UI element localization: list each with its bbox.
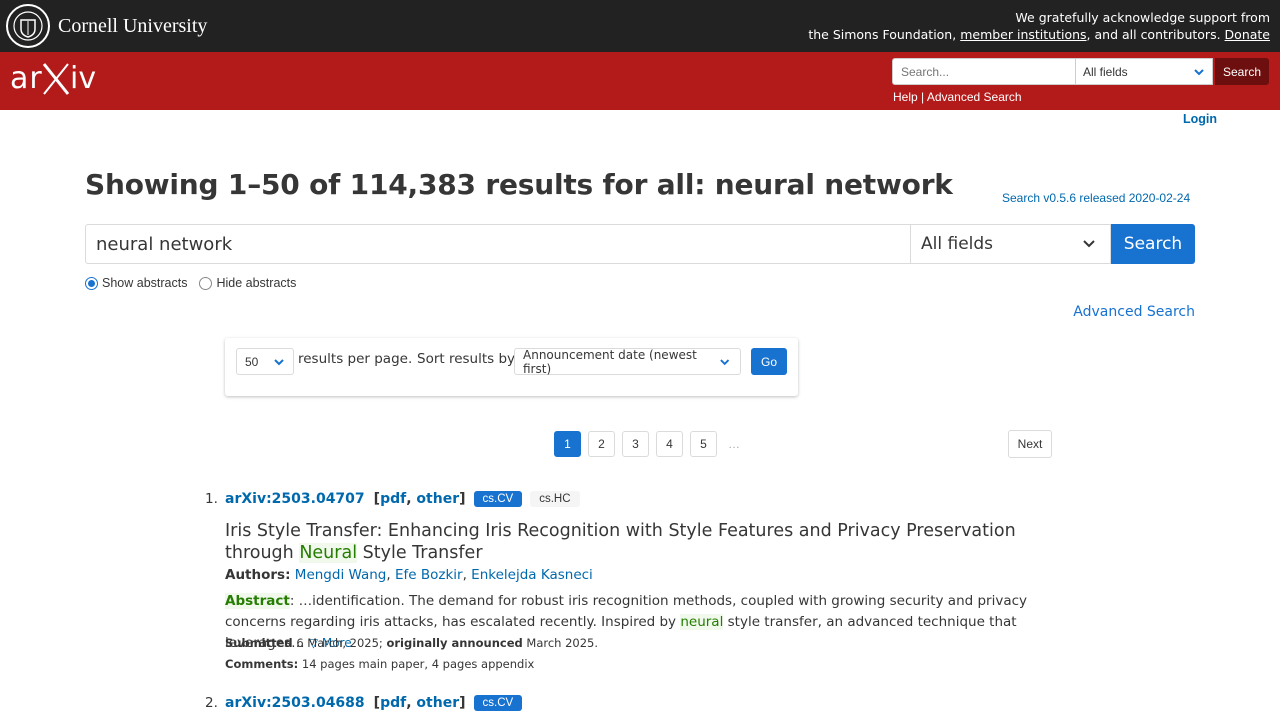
advanced-search-link[interactable]: Advanced Search — [1073, 304, 1195, 320]
cornell-seal-icon — [6, 4, 50, 48]
login-link[interactable]: Login — [1183, 112, 1217, 126]
cornell-logo[interactable]: Cornell University — [6, 4, 207, 48]
per-page-value: 50 — [245, 354, 259, 369]
result-number: 2. — [205, 695, 218, 711]
per-page-select[interactable]: 50 — [236, 348, 294, 375]
main-search-button[interactable]: Search — [1111, 224, 1195, 264]
header-links: Help | Advanced Search — [893, 90, 1022, 104]
per-page-label: results per page. — [298, 351, 413, 367]
chevron-down-icon — [719, 358, 729, 365]
abstract-toggle: Show abstracts Hide abstracts — [85, 276, 308, 290]
page-link[interactable]: 4 — [656, 431, 683, 457]
comments-label: Comments: — [225, 657, 299, 671]
pdf-link[interactable]: pdf — [380, 695, 406, 711]
result-header: arXiv:2503.04688 [pdf, other] cs.CV — [225, 695, 523, 711]
result-authors: Authors: Mengdi Wang, Efe Bozkir, Enkele… — [225, 567, 593, 583]
page-link[interactable]: 2 — [588, 431, 615, 457]
author-link[interactable]: Enkelejda Kasneci — [471, 567, 593, 583]
member-institutions-link[interactable]: member institutions — [960, 27, 1086, 42]
main-field-value: All fields — [921, 234, 994, 254]
header-advanced-search-link[interactable]: Advanced Search — [927, 90, 1022, 104]
pagination-ellipsis: … — [728, 437, 740, 451]
help-link[interactable]: Help — [893, 90, 918, 104]
authors-label: Authors: — [225, 567, 291, 583]
cornell-banner: Cornell University We gratefully acknowl… — [0, 0, 1280, 52]
support-line-1: We gratefully acknowledge support from — [1015, 10, 1270, 25]
comma: , — [406, 491, 417, 507]
svg-text:ar: ar — [10, 61, 43, 96]
support-mid: , and all contributors. — [1086, 27, 1221, 42]
result-item: 2. arXiv:2503.04688 [pdf, other] cs.CV — [205, 695, 1065, 720]
bracket: ] — [459, 491, 466, 507]
chevron-down-icon — [1194, 68, 1204, 75]
comments-text: 14 pages main paper, 4 pages appendix — [301, 657, 535, 671]
sort-value: Announcement date (newest first) — [523, 347, 697, 376]
page-link[interactable]: 1 — [554, 431, 581, 457]
category-tag-primary[interactable]: cs.CV — [473, 695, 523, 711]
other-formats-link[interactable]: other — [416, 491, 459, 507]
sort-label: Sort results by — [417, 351, 516, 367]
result-title: Iris Style Transfer: Enhancing Iris Reco… — [225, 520, 1025, 564]
svg-text:iv: iv — [70, 61, 96, 96]
submitted-date: 6 March, 2025; — [296, 636, 383, 650]
header-field-select[interactable]: All fields — [1076, 58, 1213, 85]
arxiv-id-link[interactable]: arXiv:2503.04688 — [225, 695, 365, 711]
cornell-name: Cornell University — [58, 14, 208, 37]
page-link[interactable]: 5 — [690, 431, 717, 457]
chevron-down-icon — [274, 358, 284, 365]
link-separator: | — [921, 90, 925, 104]
donate-link[interactable]: Donate — [1225, 27, 1270, 42]
header-search-button[interactable]: Search — [1215, 58, 1270, 85]
page-title: Showing 1–50 of 114,383 results for all:… — [85, 168, 953, 201]
sort-select[interactable]: Announcement date (newest first) — [514, 347, 741, 376]
result-item: 1. arXiv:2503.04707 [pdf, other] cs.CV c… — [205, 491, 1065, 681]
abstract-label: Abstract — [225, 593, 290, 609]
show-abstracts-label: Show abstracts — [102, 276, 188, 290]
abstract-highlight: neural — [680, 614, 724, 630]
radio-unselected-icon — [199, 276, 213, 290]
chevron-down-icon — [1083, 240, 1095, 248]
version-link[interactable]: Search v0.5.6 released 2020-02-24 — [1002, 191, 1190, 205]
page-link[interactable]: 3 — [622, 431, 649, 457]
title-text: Style Transfer — [357, 543, 483, 563]
arxiv-logo[interactable]: ar iv — [10, 60, 98, 103]
support-message: We gratefully acknowledge support from t… — [808, 9, 1270, 43]
result-comments: Comments: 14 pages main paper, 4 pages a… — [225, 657, 534, 671]
announced-date: March 2025. — [526, 636, 599, 650]
other-formats-link[interactable]: other — [416, 695, 459, 711]
author-link[interactable]: Efe Bozkir — [395, 567, 463, 583]
results-options-box: 50 results per page. Sort results by Ann… — [225, 338, 798, 396]
main-field-select[interactable]: All fields — [911, 224, 1111, 264]
result-submitted: Submitted 6 March, 2025; originally anno… — [225, 636, 598, 650]
result-number: 1. — [205, 491, 218, 507]
go-button[interactable]: Go — [751, 348, 787, 375]
show-abstracts-radio[interactable]: Show abstracts — [85, 276, 187, 290]
category-tag[interactable]: cs.HC — [530, 491, 580, 507]
result-header: arXiv:2503.04707 [pdf, other] cs.CV cs.H… — [225, 491, 580, 507]
main-search-input[interactable] — [85, 224, 911, 264]
hide-abstracts-label: Hide abstracts — [216, 276, 297, 290]
author-link[interactable]: Mengdi Wang — [295, 567, 387, 583]
pagination: 1 2 3 4 5 … — [554, 431, 740, 457]
pdf-link[interactable]: pdf — [380, 491, 406, 507]
header-field-value: All fields — [1083, 64, 1128, 79]
arxiv-id-link[interactable]: arXiv:2503.04707 — [225, 491, 365, 507]
hide-abstracts-radio[interactable]: Hide abstracts — [199, 276, 296, 290]
category-tag-primary[interactable]: cs.CV — [473, 491, 523, 507]
header-search-input[interactable] — [892, 58, 1076, 85]
main-search-form: All fields Search — [85, 224, 1195, 264]
title-highlight: Neural — [299, 543, 358, 563]
bracket: ] — [459, 695, 466, 711]
submitted-label: Submitted — [225, 636, 293, 650]
radio-selected-icon — [85, 276, 98, 290]
next-page-button[interactable]: Next — [1008, 430, 1052, 458]
arxiv-header: ar iv All fields Search Help | Advanced … — [0, 52, 1280, 110]
comma: , — [406, 695, 417, 711]
announced-label: originally announced — [386, 636, 523, 650]
support-prefix: the Simons Foundation, — [808, 27, 957, 42]
header-search-form: All fields Search — [892, 58, 1270, 85]
